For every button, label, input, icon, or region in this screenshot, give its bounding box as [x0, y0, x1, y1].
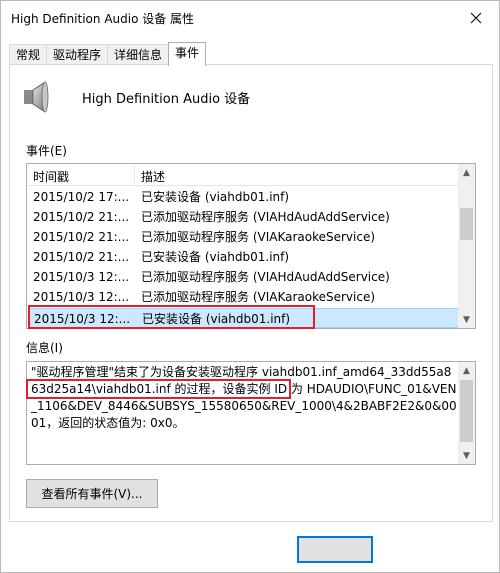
events-list[interactable]: 时间戳 描述 2015/10/2 17:... 已安装设备 (viahdb01.…: [26, 163, 476, 329]
scroll-up-icon[interactable]: ▲: [458, 362, 475, 379]
scroll-up-icon[interactable]: ▲: [458, 164, 475, 181]
tab-driver[interactable]: 驱动程序: [46, 44, 109, 66]
event-row[interactable]: 2015/10/2 17:... 已安装设备 (viahdb01.inf): [29, 187, 459, 207]
scroll-down-icon[interactable]: ▼: [458, 447, 475, 464]
tab-events[interactable]: 事件: [168, 42, 207, 66]
event-time: 2015/10/3 12:...: [34, 312, 131, 326]
window-title: High Definition Audio 设备 属性: [11, 12, 195, 26]
title-bar: High Definition Audio 设备 属性: [1, 1, 499, 35]
cancel-button[interactable]: [377, 522, 499, 572]
info-scrollbar[interactable]: ▲ ▼: [458, 362, 475, 464]
scroll-down-icon[interactable]: ▼: [458, 311, 475, 328]
info-label: 信息(I): [26, 341, 63, 355]
view-all-events-button[interactable]: 查看所有事件(V)...: [26, 479, 158, 508]
column-divider[interactable]: [134, 164, 135, 186]
info-text: "驱动程序管理"结束了为设备安装驱动程序 viahdb01.inf_amd64_…: [31, 365, 457, 430]
event-time: 2015/10/2 21:...: [33, 250, 130, 264]
scroll-thumb[interactable]: [460, 380, 473, 442]
speaker-icon: [24, 81, 49, 113]
event-row[interactable]: 2015/10/2 21:... 已安装设备 (viahdb01.inf): [29, 247, 459, 267]
info-textbox[interactable]: "驱动程序管理"结束了为设备安装驱动程序 viahdb01.inf_amd64_…: [26, 361, 476, 465]
ok-button[interactable]: [297, 536, 373, 563]
event-desc: 已添加驱动程序服务 (VIAHdAudAddService): [141, 210, 390, 224]
event-time: 2015/10/3 12:...: [33, 270, 130, 284]
column-header-time[interactable]: 时间戳: [33, 168, 69, 185]
event-row[interactable]: 2015/10/3 12:... 已添加驱动程序服务 (VIAKaraokeSe…: [29, 287, 459, 307]
tab-general[interactable]: 常规: [9, 44, 48, 66]
event-desc: 已安装设备 (viahdb01.inf): [141, 250, 290, 264]
properties-window: High Definition Audio 设备 属性 常规 驱动程序 详细信息…: [0, 0, 500, 573]
tab-strip: 常规 驱动程序 详细信息 事件: [9, 42, 207, 66]
scroll-thumb[interactable]: [460, 208, 473, 240]
close-icon: [470, 12, 482, 24]
event-time: 2015/10/2 21:...: [33, 230, 130, 244]
event-desc: 已安装设备 (viahdb01.inf): [142, 312, 291, 326]
event-desc: 已添加驱动程序服务 (VIAKaraokeService): [141, 230, 376, 244]
event-row[interactable]: 2015/10/2 21:... 已添加驱动程序服务 (VIAKaraokeSe…: [29, 227, 459, 247]
list-header: 时间戳 描述: [27, 164, 459, 186]
event-desc: 已安装设备 (viahdb01.inf): [141, 190, 290, 204]
event-time: 2015/10/2 17:...: [33, 190, 130, 204]
device-name: High Definition Audio 设备: [82, 92, 251, 107]
close-button[interactable]: [461, 5, 491, 31]
event-desc: 已添加驱动程序服务 (VIAHdAudAddService): [141, 270, 390, 284]
event-time: 2015/10/3 12:...: [33, 290, 130, 304]
event-row-selected[interactable]: 2015/10/3 12:... 已安装设备 (viahdb01.inf): [29, 308, 459, 328]
events-scrollbar[interactable]: ▲ ▼: [458, 164, 475, 328]
event-row[interactable]: 2015/10/3 12:... 已添加驱动程序服务 (VIAHdAudAddS…: [29, 267, 459, 287]
column-header-desc[interactable]: 描述: [141, 168, 165, 185]
event-row[interactable]: 2015/10/2 21:... 已添加驱动程序服务 (VIAHdAudAddS…: [29, 207, 459, 227]
event-desc: 已添加驱动程序服务 (VIAKaraokeService): [141, 290, 376, 304]
event-time: 2015/10/2 21:...: [33, 210, 130, 224]
events-label: 事件(E): [26, 144, 67, 158]
tab-details[interactable]: 详细信息: [107, 44, 170, 66]
